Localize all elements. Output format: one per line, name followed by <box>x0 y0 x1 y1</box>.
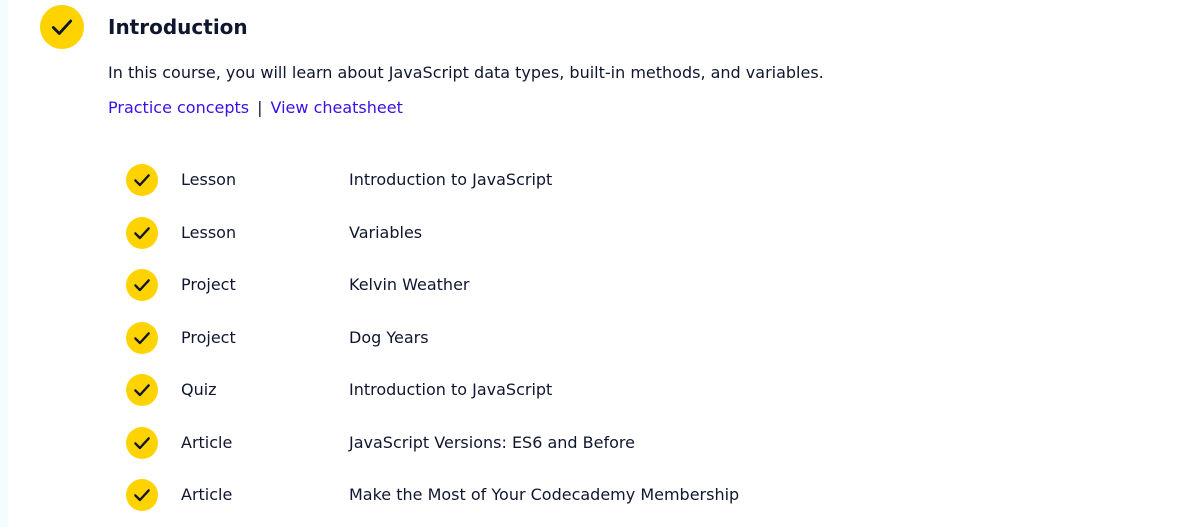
content-item[interactable]: Lesson Introduction to JavaScript <box>126 163 1026 216</box>
content-item-name[interactable]: Make the Most of Your Codecademy Members… <box>349 484 739 506</box>
content-item-type: Lesson <box>181 222 237 242</box>
content-item-type: Project <box>181 327 236 347</box>
content-item[interactable]: Project Dog Years <box>126 321 1026 374</box>
content-item-name[interactable]: Kelvin Weather <box>349 274 470 296</box>
content-item-type: Project <box>181 275 236 294</box>
section-links: Practice concepts | View cheatsheet <box>108 97 403 119</box>
section-title: Introduction <box>108 15 248 39</box>
content-item[interactable]: Article JavaScript Versions: ES6 and Bef… <box>126 426 1026 479</box>
content-item[interactable]: Quiz Introduction to JavaScript <box>126 373 1026 426</box>
content-item[interactable]: Lesson Variables <box>126 216 1026 269</box>
content-item-name[interactable]: Variables <box>349 222 422 244</box>
complete-check-icon <box>126 426 158 459</box>
check-icon <box>134 174 150 187</box>
content-item-name[interactable]: Introduction to JavaScript <box>349 169 552 191</box>
content-item-type: Quiz <box>181 380 217 399</box>
content-item-type: Article <box>181 485 233 504</box>
check-icon <box>51 19 73 35</box>
section-complete-check-icon <box>40 5 84 49</box>
complete-check-icon <box>126 216 158 249</box>
check-icon <box>134 489 150 502</box>
practice-concepts-link[interactable]: Practice concepts <box>108 98 249 117</box>
content-item-list: Lesson Introduction to JavaScript Lesson… <box>126 163 1026 531</box>
content-item-name[interactable]: Dog Years <box>349 327 429 349</box>
check-icon <box>134 384 150 397</box>
check-icon <box>134 279 150 292</box>
content-item-name[interactable]: JavaScript Versions: ES6 and Before <box>349 432 635 454</box>
check-icon <box>134 331 150 344</box>
complete-check-icon <box>126 321 158 354</box>
link-separator: | <box>257 98 263 117</box>
complete-check-icon <box>126 374 158 406</box>
view-cheatsheet-link[interactable]: View cheatsheet <box>271 98 403 117</box>
complete-check-icon <box>126 269 158 301</box>
content-item-type: Lesson <box>181 170 237 189</box>
left-edge-strip <box>0 0 8 527</box>
content-item[interactable]: Article Make the Most of Your Codecademy… <box>126 478 1026 531</box>
content-item-type: Article <box>181 432 233 452</box>
check-icon <box>134 436 150 449</box>
content-item[interactable]: Project Kelvin Weather <box>126 268 1026 321</box>
complete-check-icon <box>126 479 158 511</box>
section-description: In this course, you will learn about Jav… <box>108 63 824 82</box>
complete-check-icon <box>126 164 158 196</box>
content-item-name[interactable]: Introduction to JavaScript <box>349 379 552 401</box>
check-icon <box>134 226 150 239</box>
